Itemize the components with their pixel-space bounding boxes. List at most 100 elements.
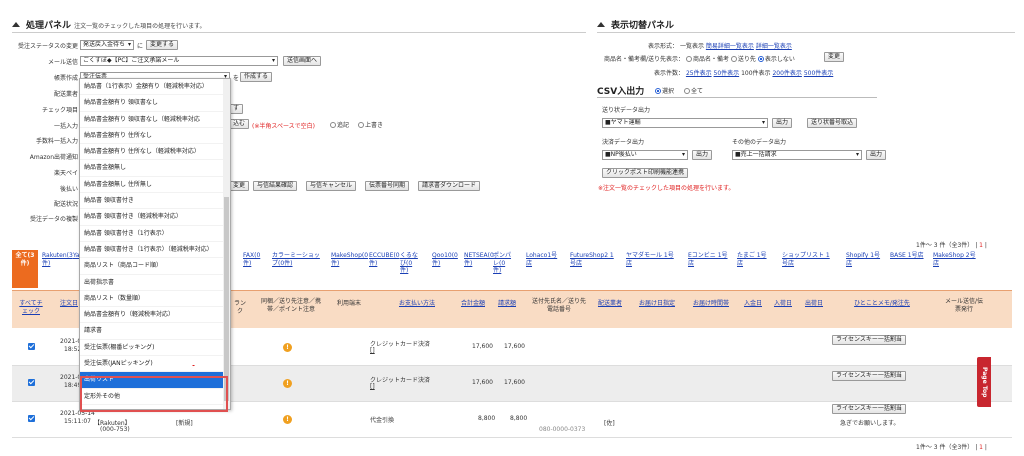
th-arrival-date[interactable]: 入荷日	[773, 300, 793, 308]
shipping-output-button[interactable]: 出力	[772, 118, 793, 128]
check-all-link[interactable]: すべてチェック	[18, 300, 44, 316]
tab-shoplist[interactable]: ショップリスト 1号店	[782, 252, 832, 267]
payment-select[interactable]: ■NP後払い ▾	[602, 150, 688, 160]
tab-eccube[interactable]: ECCUBE(0件)	[369, 252, 400, 267]
check-item-button[interactable]: す	[229, 104, 244, 114]
radio-destination[interactable]: 送り先	[730, 56, 756, 63]
tab-makeshop2[interactable]: MakeShop 2号店	[933, 252, 981, 267]
page-top-button[interactable]: Page Top	[977, 357, 991, 407]
dropdown-option[interactable]: 納品書金額有り（軽減税率対応）	[80, 307, 230, 324]
other-output-button[interactable]: 出力	[866, 150, 887, 160]
mail-select[interactable]: ごくすぼ◆【PC】ご注文承諾メール ▾	[80, 56, 278, 66]
dropdown-option[interactable]: 出荷指示書	[80, 275, 230, 291]
count-500[interactable]: 500件表示	[804, 70, 833, 77]
bulk-radio-add[interactable]: 追記	[330, 120, 349, 129]
th-memo[interactable]: ひとことメモ/発注先	[852, 300, 912, 308]
th-ship-date[interactable]: 出荷日	[803, 300, 825, 308]
format-simple-detail[interactable]: 簡易詳細一覧表示	[706, 43, 754, 50]
form-create-button[interactable]: 作成する	[240, 72, 273, 82]
dropdown-option[interactable]: 納品書（1行表示）金額有り（軽減税率対応）	[80, 79, 230, 96]
payment-output-button[interactable]: 出力	[692, 150, 713, 160]
format-detail[interactable]: 詳細一覧表示	[756, 43, 792, 50]
other-select[interactable]: ■売上一括請求 ▾	[732, 150, 862, 160]
tab-fax[interactable]: FAX(0件)	[243, 252, 261, 267]
th-delivery-date[interactable]: お届け日指定	[636, 300, 678, 308]
tab-all[interactable]: 全て(3件)	[12, 250, 38, 288]
tab-yamada[interactable]: ヤマダモール 1号店	[626, 252, 674, 267]
count-50[interactable]: 50件表示	[714, 70, 740, 77]
count-200[interactable]: 200件表示	[772, 70, 801, 77]
invoice-download-button[interactable]: 請求書ダウンロード	[418, 181, 481, 191]
license-assign-button[interactable]: ライセンスキー一括割当	[832, 404, 906, 414]
th-billed[interactable]: 請求額	[496, 300, 518, 308]
tab-lohaco[interactable]: Lohaco1号店	[526, 252, 562, 267]
row-checkbox[interactable]	[28, 343, 35, 350]
tab-makeshop[interactable]: MakeShop(0件)	[331, 252, 368, 267]
dropdown-option[interactable]: 商品リスト（商品コード順）	[80, 258, 230, 275]
radio-hide[interactable]: 表示しない	[757, 56, 795, 63]
display-change-button[interactable]: 変更	[824, 52, 845, 62]
tab-tamago[interactable]: たまご 1号店	[737, 252, 771, 267]
tab-ponpare[interactable]: ポンパレ(0件)	[493, 252, 513, 275]
credit-cancel-button[interactable]: 与信キャンセル	[306, 181, 357, 191]
dropdown-option[interactable]: 納品書金額無し 住所無し	[80, 177, 230, 194]
row-checkbox[interactable]	[28, 379, 35, 386]
postpay-change-button[interactable]: 変更	[229, 181, 250, 191]
dropdown-option[interactable]: 納品書 領収書付き（1行表示）（軽減税率対応）	[80, 242, 230, 259]
tab-shopify[interactable]: Shopify 1号店	[846, 252, 882, 267]
form-type-dropdown[interactable]: 納品書（1行表示）金額有り（軽減税率対応） 納品書金額有り 領収書なし 納品書金額有…	[79, 78, 231, 410]
scrollbar-thumb[interactable]	[224, 197, 229, 401]
tracking-import-button[interactable]: 送り状番号取込	[807, 118, 858, 128]
status-change-button[interactable]: 変更する	[146, 40, 179, 50]
dropdown-option[interactable]: 納品書金額無し	[80, 160, 230, 177]
csv-radio-all[interactable]: 全て	[684, 86, 703, 95]
csv-radio-select[interactable]: 選択	[655, 86, 674, 95]
th-total[interactable]: 合計金額	[460, 300, 486, 308]
dropdown-option[interactable]: 納品書金額有り 領収書なし（軽減税率対応	[80, 112, 230, 128]
tab-econvini[interactable]: Eコンビニ 1号店	[688, 252, 728, 267]
th-payment-date[interactable]: 入金日	[743, 300, 763, 308]
collapse-icon[interactable]	[597, 22, 605, 27]
dropdown-option[interactable]: 商品リスト（数量順）	[80, 291, 230, 308]
dropdown-list: 納品書（1行表示）金額有り（軽減税率対応） 納品書金額有り 領収書なし 納品書金額有…	[80, 79, 230, 405]
dropdown-option[interactable]: 納品書 領収書付き	[80, 193, 230, 210]
tab-colorme[interactable]: カラーミーショップ(0件)	[272, 252, 322, 267]
th-order-date[interactable]: 注文日	[58, 300, 80, 308]
tab-gurunavi[interactable]: くるなび(0件)	[400, 252, 420, 275]
th-carrier[interactable]: 配送業者	[596, 300, 624, 308]
dropdown-option[interactable]: 請求書	[80, 323, 230, 340]
dropdown-option[interactable]: 納品書 領収書付き（1行表示）	[80, 226, 230, 242]
dropdown-scrollbar[interactable]	[223, 79, 230, 409]
payment-link[interactable]: []	[370, 383, 375, 390]
clickpost-button[interactable]: クリックポスト印刷機能連携	[602, 168, 689, 178]
license-assign-button[interactable]: ライセンスキー一括割当	[832, 335, 906, 345]
dropdown-option[interactable]: 納品書 領収書付き（軽減税率対応）	[80, 209, 230, 226]
th-payment[interactable]: お支払い方法	[392, 300, 442, 308]
mail-send-button[interactable]: 送信画面へ	[283, 56, 322, 66]
payment-link[interactable]: []	[370, 347, 375, 354]
dropdown-option[interactable]: 納品書金額有り 領収書なし	[80, 95, 230, 112]
tab-qoo10[interactable]: Qoo10(0件)	[432, 252, 458, 267]
slip-sync-button[interactable]: 伝票番号同期	[365, 181, 410, 191]
tab-netsea[interactable]: NETSEA(0件)	[464, 252, 494, 267]
shipping-select[interactable]: ■ヤマト運輸 ▾	[602, 118, 768, 128]
bulk-radio-overwrite[interactable]: 上書き	[358, 120, 383, 129]
license-assign-button[interactable]: ライセンスキー一括割当	[832, 371, 906, 381]
carrier-label: [佐]	[604, 420, 615, 427]
radio-product[interactable]: 商品名・備考	[685, 56, 729, 63]
dropdown-option[interactable]: 納品書金額有り 住所なし（軽減税率対応）	[80, 144, 230, 161]
format-list[interactable]: 一覧表示	[680, 43, 704, 50]
tab-futureshop[interactable]: FutureShop2 1号店	[570, 252, 618, 267]
row-checkbox[interactable]	[28, 415, 35, 422]
count-25[interactable]: 25件表示	[686, 70, 712, 77]
th-delivery-time[interactable]: お届け時間帯	[690, 300, 732, 308]
dropdown-option[interactable]: 受注伝票(棚番ピッキング)	[80, 340, 230, 357]
tab-rakuten[interactable]: Rakuten(3件)	[42, 252, 73, 267]
collapse-icon[interactable]	[12, 22, 20, 27]
status-select[interactable]: 発送戻入金待ち ▾	[80, 40, 134, 50]
dropdown-option[interactable]: 納品書金額有り 住所なし	[80, 128, 230, 145]
credit-check-button[interactable]: 与信結果確認	[253, 181, 298, 191]
tab-base[interactable]: BASE 1号店	[890, 252, 926, 260]
bulk-input-button[interactable]: 込む	[229, 119, 250, 129]
dropdown-option[interactable]: 受注伝票(JANピッキング)	[80, 356, 230, 373]
